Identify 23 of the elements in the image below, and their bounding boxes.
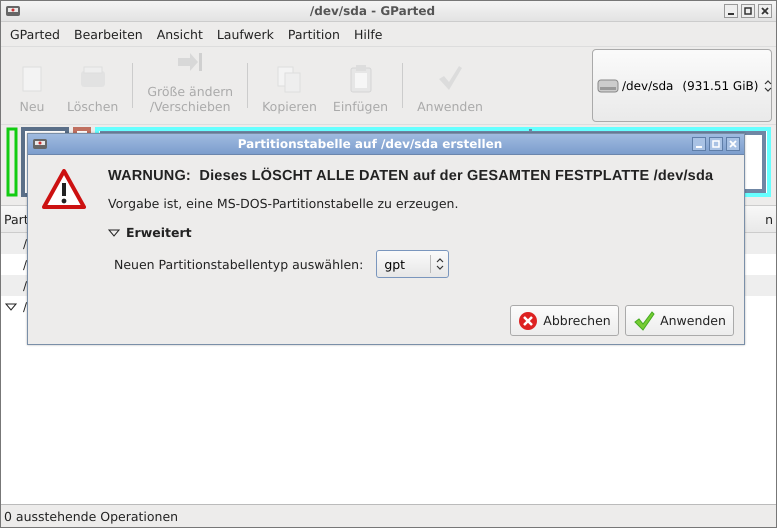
cancel-button[interactable]: Abbrechen — [510, 305, 619, 336]
field-label: Neuen Partitionstabellentyp auswählen: — [114, 256, 364, 272]
column-header[interactable]: n — [765, 212, 773, 226]
table-cell: / — [23, 300, 28, 314]
menu-item[interactable]: Ansicht — [150, 26, 210, 42]
column-header[interactable]: Part — [4, 212, 29, 226]
menu-item[interactable]: GParted — [3, 26, 67, 42]
warning-heading: WARNUNG: Dieses LÖSCHT ALLE DATEN auf der GESAMTEN FESTPLATTE /dev/sda — [108, 168, 714, 184]
message-text: Vorgabe ist, eine MS-DOS-Partitionstabelle zu erzeugen. — [108, 196, 460, 211]
menu-item[interactable]: Partition — [280, 26, 347, 42]
menu-item[interactable]: Hilfe — [346, 26, 390, 42]
status-text: 0 ausstehende Operationen — [4, 508, 178, 524]
menu-item[interactable]: Bearbeiten — [67, 26, 150, 42]
window-title: /dev/sda - GParted — [308, 4, 436, 18]
apply-button[interactable]: Anwenden — [625, 305, 734, 336]
menu-item[interactable]: Laufwerk — [210, 26, 281, 42]
expander[interactable]: Erweitert — [108, 225, 192, 240]
dialog-title: Partitionstabelle auf /dev/sda erstellen — [236, 137, 504, 151]
table-cell: / — [23, 236, 28, 250]
table-cell: / — [23, 278, 28, 292]
table-cell: / — [23, 258, 28, 272]
table-type-combo[interactable]: gpt — [376, 250, 450, 278]
device-selector[interactable]: /dev/sda (931.51 GiB) — [592, 49, 772, 122]
